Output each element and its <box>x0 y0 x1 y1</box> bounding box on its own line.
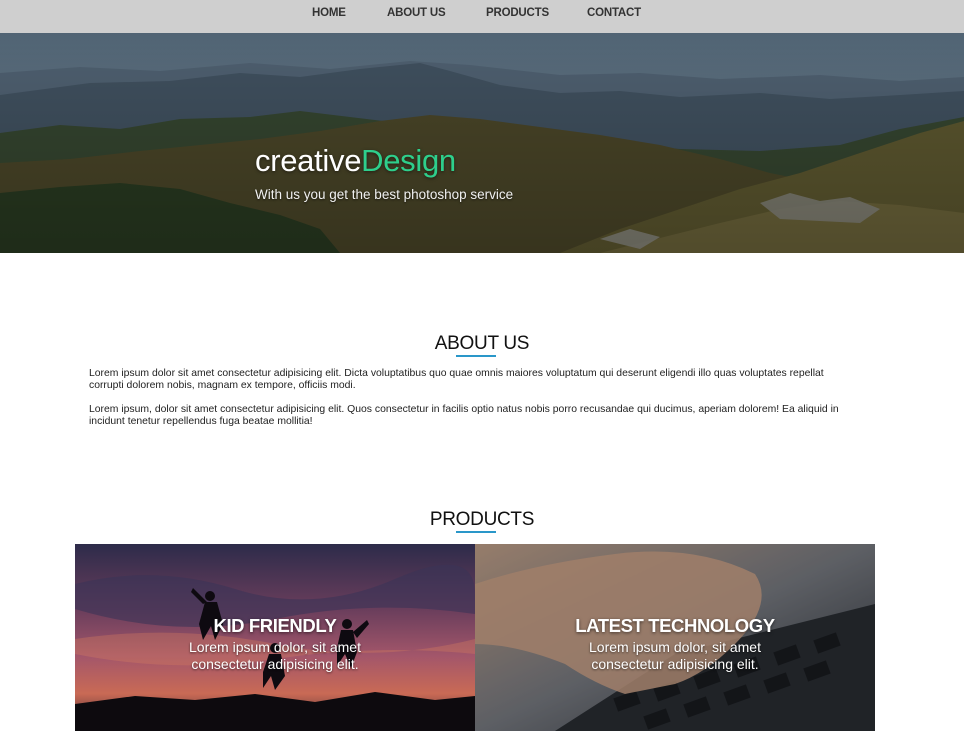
top-nav: HOME ABOUT US PRODUCTS CONTACT <box>0 0 964 33</box>
laptop-typing-image <box>475 544 875 731</box>
products-title-underline <box>456 531 496 533</box>
nav-home-link[interactable]: HOME <box>312 7 346 19</box>
product-card-latest-technology[interactable]: LATEST TECHNOLOGY Lorem ipsum dolor, sit… <box>475 544 875 731</box>
about-title-underline <box>456 355 496 357</box>
product-latest-technology-title: LATEST TECHNOLOGY <box>575 615 775 636</box>
products-section-title: PRODUCTS <box>429 509 535 530</box>
product-latest-technology-description: Lorem ipsum dolor, sit amet consectetur … <box>589 639 761 672</box>
about-paragraph-2: Lorem ipsum, dolor sit amet consectetur … <box>89 404 839 427</box>
hero-mountain-image <box>0 33 964 253</box>
product-kid-friendly-title: KID FRIENDLY <box>213 615 337 636</box>
hero-subtitle: With us you get the best photoshop servi… <box>255 187 514 202</box>
nav-about-link[interactable]: ABOUT US <box>387 7 446 19</box>
about-section-title: ABOUT US <box>434 333 530 354</box>
hero-title-accent: Design <box>361 143 456 178</box>
sunset-silhouette-image <box>75 544 475 731</box>
hero-title: creativeDesign <box>255 143 456 179</box>
product-kid-friendly-description: Lorem ipsum dolor, sit amet consectetur … <box>189 639 361 672</box>
about-paragraph-1: Lorem ipsum dolor sit amet consectetur a… <box>89 368 824 391</box>
product-card-kid-friendly[interactable]: KID FRIENDLY Lorem ipsum dolor, sit amet… <box>75 544 475 731</box>
nav-contact-link[interactable]: CONTACT <box>587 7 641 19</box>
hero-banner: creativeDesign With us you get the best … <box>0 33 964 253</box>
nav-products-link[interactable]: PRODUCTS <box>486 7 549 19</box>
hero-title-main: creative <box>255 143 362 178</box>
